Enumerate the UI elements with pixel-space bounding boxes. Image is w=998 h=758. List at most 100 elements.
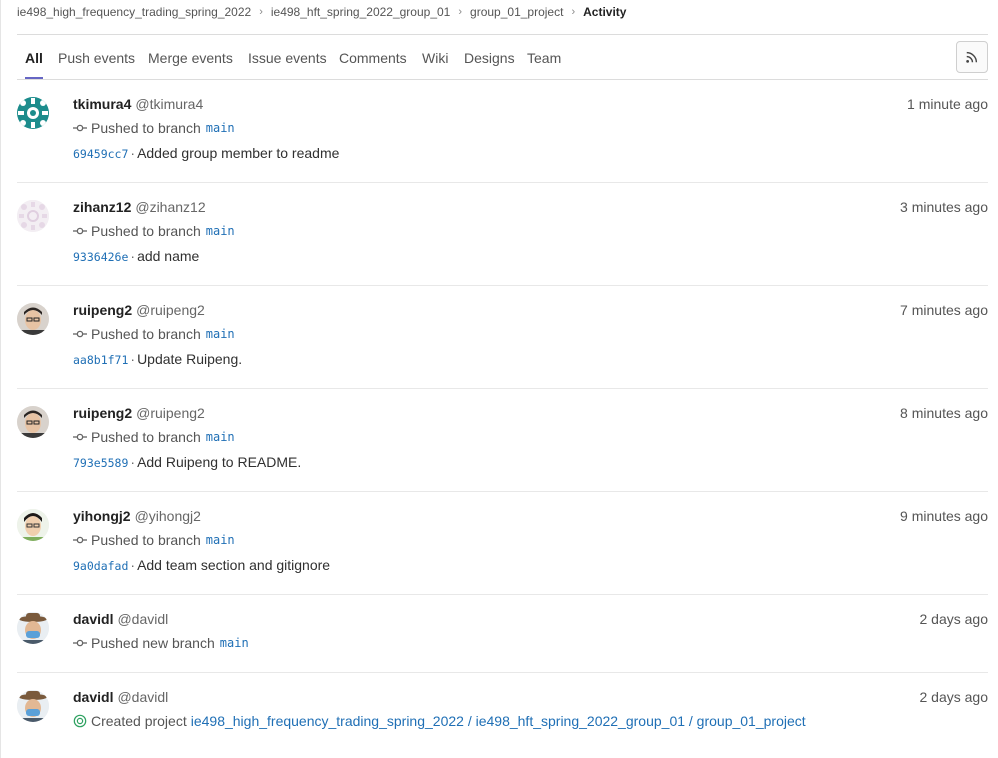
author-handle[interactable]: @davidl <box>117 689 168 705</box>
breadcrumb-group[interactable]: ie498_high_frequency_trading_spring_2022 <box>17 5 251 19</box>
branch-link[interactable]: main <box>206 430 235 444</box>
event-timestamp: 2 days ago <box>919 611 989 627</box>
breadcrumb-divider <box>17 34 988 35</box>
rss-button[interactable] <box>956 41 988 73</box>
branch-link[interactable]: main <box>206 224 235 238</box>
event-action: Pushed new branch main <box>73 635 249 651</box>
author-name[interactable]: zihanz12 <box>73 199 131 215</box>
avatar[interactable] <box>17 612 49 644</box>
branch-link[interactable]: main <box>206 533 235 547</box>
branch-link[interactable]: main <box>220 636 249 650</box>
avatar[interactable] <box>17 406 49 438</box>
event-item: tkimura4 @tkimura4 1 minute ago Pushed to… <box>17 96 988 183</box>
separator-dot: · <box>130 145 136 161</box>
avatar[interactable] <box>17 303 49 335</box>
event-author: davidl @davidl <box>73 689 168 709</box>
action-text: Pushed to branch <box>91 223 201 239</box>
author-handle[interactable]: @davidl <box>117 611 168 627</box>
tab-wiki[interactable]: Wiki <box>422 42 448 78</box>
author-name[interactable]: yihongj2 <box>73 508 131 524</box>
event-action: Pushed to branch main <box>73 532 235 548</box>
avatar[interactable] <box>17 690 49 722</box>
breadcrumb-subgroup[interactable]: ie498_hft_spring_2022_group_01 <box>271 5 451 19</box>
tab-issue-events[interactable]: Issue events <box>248 42 327 78</box>
event-timestamp: 1 minute ago <box>907 96 988 112</box>
event-item: ruipeng2 @ruipeng2 7 minutes ago Pushed t… <box>17 302 988 389</box>
rss-icon <box>966 51 978 63</box>
separator-dot: · <box>130 248 136 264</box>
separator-dot: · <box>130 557 136 573</box>
event-timestamp: 7 minutes ago <box>900 302 988 318</box>
project-path-link[interactable]: ie498_high_frequency_trading_spring_2022… <box>191 713 806 729</box>
event-timestamp: 9 minutes ago <box>900 508 988 524</box>
action-text: Pushed to branch <box>91 326 201 342</box>
commit-line: aa8b1f71 · Update Ruipeng. <box>73 351 242 367</box>
action-text: Pushed to branch <box>91 532 201 548</box>
status-created-icon <box>73 714 87 728</box>
commit-message: add name <box>137 248 200 264</box>
author-name[interactable]: davidl <box>73 689 113 705</box>
author-name[interactable]: tkimura4 <box>73 96 131 112</box>
event-action: Pushed to branch main <box>73 326 235 342</box>
tab-designs[interactable]: Designs <box>464 42 515 78</box>
event-item: davidl @davidl 2 days ago Created project… <box>17 689 988 750</box>
separator-dot: · <box>130 454 136 470</box>
author-name[interactable]: davidl <box>73 611 113 627</box>
avatar[interactable] <box>17 97 49 129</box>
author-handle[interactable]: @ruipeng2 <box>136 405 205 421</box>
chevron-right-icon: › <box>458 6 463 18</box>
action-text: Pushed to branch <box>91 120 201 136</box>
event-action: Pushed to branch main <box>73 223 235 239</box>
event-author: zihanz12 @zihanz12 <box>73 199 206 219</box>
event-item: ruipeng2 @ruipeng2 8 minutes ago Pushed t… <box>17 405 988 492</box>
author-handle[interactable]: @ruipeng2 <box>136 302 205 318</box>
commit-line: 69459cc7 · Added group member to readme <box>73 145 339 161</box>
commit-sha-link[interactable]: 9336426e <box>73 250 128 264</box>
breadcrumb: ie498_high_frequency_trading_spring_2022… <box>17 0 626 24</box>
commit-line: 9336426e · add name <box>73 248 199 264</box>
commit-icon <box>73 536 87 544</box>
action-text: Pushed new branch <box>91 635 215 651</box>
action-text: Pushed to branch <box>91 429 201 445</box>
commit-line: 793e5589 · Add Ruipeng to README. <box>73 454 301 470</box>
tab-all[interactable]: All <box>25 42 43 79</box>
branch-link[interactable]: main <box>206 121 235 135</box>
tab-comments[interactable]: Comments <box>339 42 407 78</box>
chevron-right-icon: › <box>259 6 263 18</box>
commit-icon <box>73 433 87 441</box>
commit-sha-link[interactable]: 9a0dafad <box>73 559 128 573</box>
event-author: davidl @davidl <box>73 611 168 631</box>
author-handle[interactable]: @yihongj2 <box>135 508 201 524</box>
commit-icon <box>73 124 87 132</box>
event-author: tkimura4 @tkimura4 <box>73 96 203 116</box>
branch-link[interactable]: main <box>206 327 235 341</box>
commit-icon <box>73 330 87 338</box>
author-name[interactable]: ruipeng2 <box>73 302 132 318</box>
commit-sha-link[interactable]: aa8b1f71 <box>73 353 128 367</box>
author-name[interactable]: ruipeng2 <box>73 405 132 421</box>
breadcrumb-current[interactable]: Activity <box>583 5 626 19</box>
commit-sha-link[interactable]: 793e5589 <box>73 456 128 470</box>
event-author: yihongj2 @yihongj2 <box>73 508 201 528</box>
commit-sha-link[interactable]: 69459cc7 <box>73 147 128 161</box>
author-handle[interactable]: @zihanz12 <box>135 199 205 215</box>
chevron-right-icon: › <box>571 6 576 18</box>
commit-icon <box>73 639 87 647</box>
tab-merge-events[interactable]: Merge events <box>148 42 233 78</box>
avatar[interactable] <box>17 509 49 541</box>
separator-dot: · <box>130 351 136 367</box>
tab-push-events[interactable]: Push events <box>58 42 135 78</box>
event-author: ruipeng2 @ruipeng2 <box>73 405 205 425</box>
event-item: yihongj2 @yihongj2 9 minutes ago Pushed t… <box>17 508 988 595</box>
commit-icon <box>73 227 87 235</box>
event-author: ruipeng2 @ruipeng2 <box>73 302 205 322</box>
tab-team[interactable]: Team <box>527 42 561 78</box>
commit-message: Added group member to readme <box>137 145 340 161</box>
author-handle[interactable]: @tkimura4 <box>135 96 203 112</box>
avatar[interactable] <box>17 200 49 232</box>
breadcrumb-project[interactable]: group_01_project <box>470 5 563 19</box>
left-border <box>0 0 1 758</box>
event-timestamp: 8 minutes ago <box>900 405 988 421</box>
event-item: davidl @davidl 2 days ago Pushed new bran… <box>17 611 989 673</box>
action-text: Created project <box>91 713 187 729</box>
